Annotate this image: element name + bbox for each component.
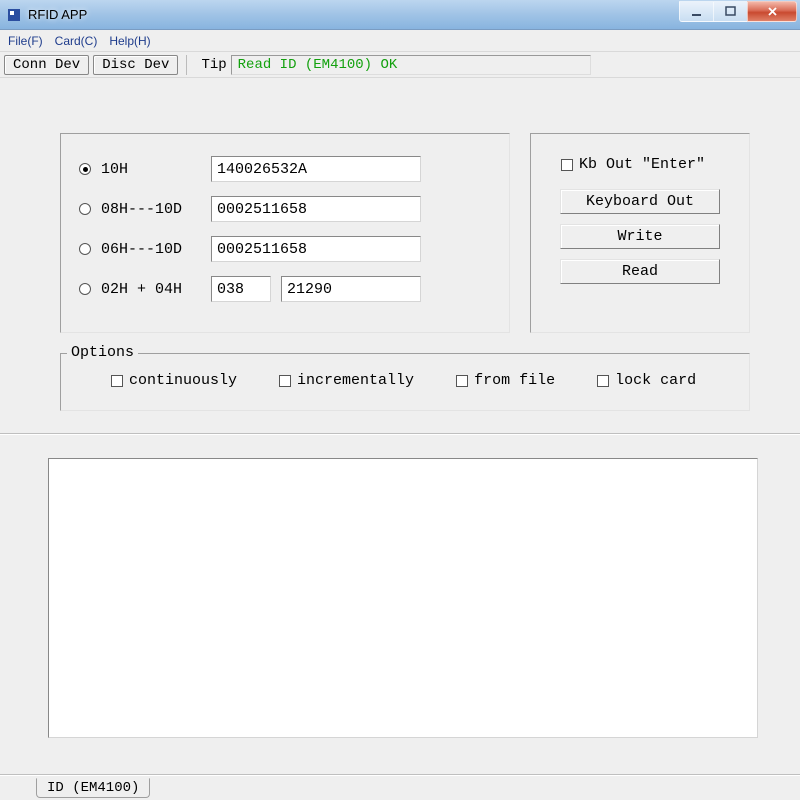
format-frame: 10H 08H---10D 06H---10D 02H + 04H <box>60 133 510 333</box>
incrementally-checkbox[interactable] <box>279 375 291 387</box>
radio-10h-label: 10H <box>101 161 201 178</box>
radio-06h10d[interactable] <box>79 243 91 255</box>
tip-status: Read ID (EM4100) OK <box>231 55 591 75</box>
value-02h-input[interactable] <box>211 276 271 302</box>
bottom-tab-id[interactable]: ID (EM4100) <box>36 778 150 798</box>
bottom-separator <box>0 774 800 776</box>
window-maximize-button[interactable] <box>713 1 748 22</box>
continuously-label: continuously <box>129 372 237 389</box>
value-08h10d-input[interactable] <box>211 196 421 222</box>
from-file-label: from file <box>474 372 555 389</box>
conn-dev-button[interactable]: Conn Dev <box>4 55 89 75</box>
window-close-button[interactable] <box>747 1 797 22</box>
keyboard-out-button[interactable]: Keyboard Out <box>560 189 720 214</box>
divider <box>186 55 187 75</box>
options-legend: Options <box>67 344 138 361</box>
window-titlebar: RFID APP <box>0 0 800 30</box>
disc-dev-button[interactable]: Disc Dev <box>93 55 178 75</box>
separator <box>0 433 800 435</box>
menu-bar: File(F) Card(C) Help(H) <box>0 30 800 52</box>
radio-02h04h-label: 02H + 04H <box>101 281 201 298</box>
window-minimize-button[interactable] <box>679 1 714 22</box>
kb-out-enter-label: Kb Out "Enter" <box>579 156 705 173</box>
from-file-checkbox[interactable] <box>456 375 468 387</box>
radio-08h10d[interactable] <box>79 203 91 215</box>
lock-card-checkbox[interactable] <box>597 375 609 387</box>
action-frame: Kb Out "Enter" Keyboard Out Write Read <box>530 133 750 333</box>
read-button[interactable]: Read <box>560 259 720 284</box>
menu-file[interactable]: File(F) <box>2 32 49 50</box>
value-10h-input[interactable] <box>211 156 421 182</box>
radio-02h04h[interactable] <box>79 283 91 295</box>
lock-card-label: lock card <box>615 372 696 389</box>
write-button[interactable]: Write <box>560 224 720 249</box>
kb-out-enter-checkbox[interactable] <box>561 159 573 171</box>
value-06h10d-input[interactable] <box>211 236 421 262</box>
radio-10h[interactable] <box>79 163 91 175</box>
menu-card[interactable]: Card(C) <box>49 32 104 50</box>
app-icon <box>6 7 22 23</box>
toolbar: Conn Dev Disc Dev Tip Read ID (EM4100) O… <box>0 52 800 78</box>
output-textarea[interactable] <box>48 458 758 738</box>
window-title: RFID APP <box>28 7 87 22</box>
radio-08h10d-label: 08H---10D <box>101 201 201 218</box>
tip-label: Tip <box>201 57 226 73</box>
value-04h-input[interactable] <box>281 276 421 302</box>
menu-help[interactable]: Help(H) <box>103 32 156 50</box>
continuously-checkbox[interactable] <box>111 375 123 387</box>
client-area: 10H 08H---10D 06H---10D 02H + 04H Kb Out… <box>0 78 800 800</box>
options-group: Options continuously incrementally from … <box>60 353 750 411</box>
incrementally-label: incrementally <box>297 372 414 389</box>
radio-06h10d-label: 06H---10D <box>101 241 201 258</box>
